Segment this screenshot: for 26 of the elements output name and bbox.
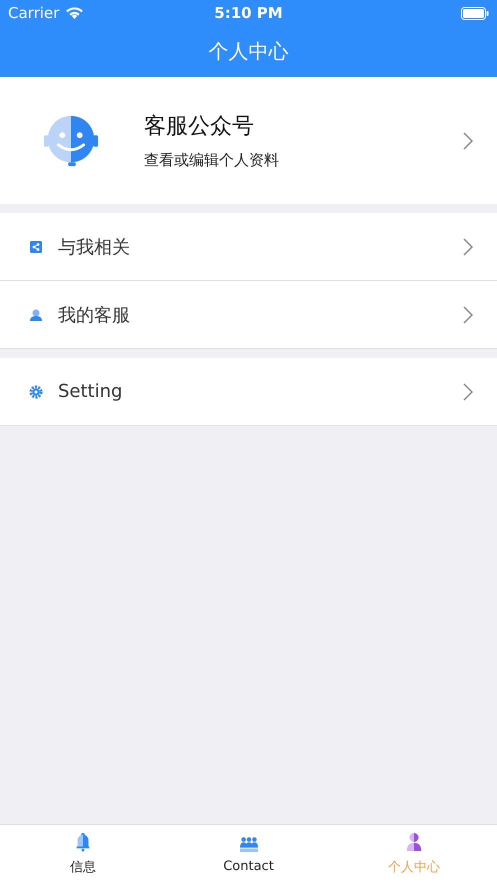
profile-subtitle: 查看或编辑个人资料 xyxy=(144,151,279,170)
profile-card[interactable]: 客服公众号 查看或编辑个人资料 xyxy=(0,77,497,204)
chevron-icon xyxy=(463,132,473,150)
menu-item[interactable]: Setting xyxy=(0,358,497,426)
person-icon xyxy=(29,308,43,322)
battery-icon xyxy=(461,6,489,20)
menu-label: Setting xyxy=(58,381,124,402)
menu-label: 我的客服 xyxy=(58,304,131,326)
menu-item[interactable]: 我的客服 xyxy=(0,281,497,349)
share-icon xyxy=(29,240,43,254)
profile-name: 客服公众号 xyxy=(144,113,254,141)
group-icon xyxy=(238,834,258,852)
chevron-icon xyxy=(463,382,473,400)
menu-label: 与我相关 xyxy=(58,236,131,258)
tab[interactable]: Contact xyxy=(166,825,332,883)
settings-icon xyxy=(29,384,43,398)
menu-item[interactable]: 与我相关 xyxy=(0,213,497,281)
tab[interactable]: 信息 xyxy=(0,825,166,883)
chevron-icon xyxy=(463,306,473,324)
bell-icon xyxy=(74,832,92,852)
page-title: 个人中心 xyxy=(208,38,288,65)
person-icon xyxy=(405,832,424,852)
wifi-icon xyxy=(65,6,84,20)
carrier-name: Carrier xyxy=(8,4,60,22)
chevron-icon xyxy=(463,238,473,256)
status-time: 5:10 PM xyxy=(213,4,284,22)
